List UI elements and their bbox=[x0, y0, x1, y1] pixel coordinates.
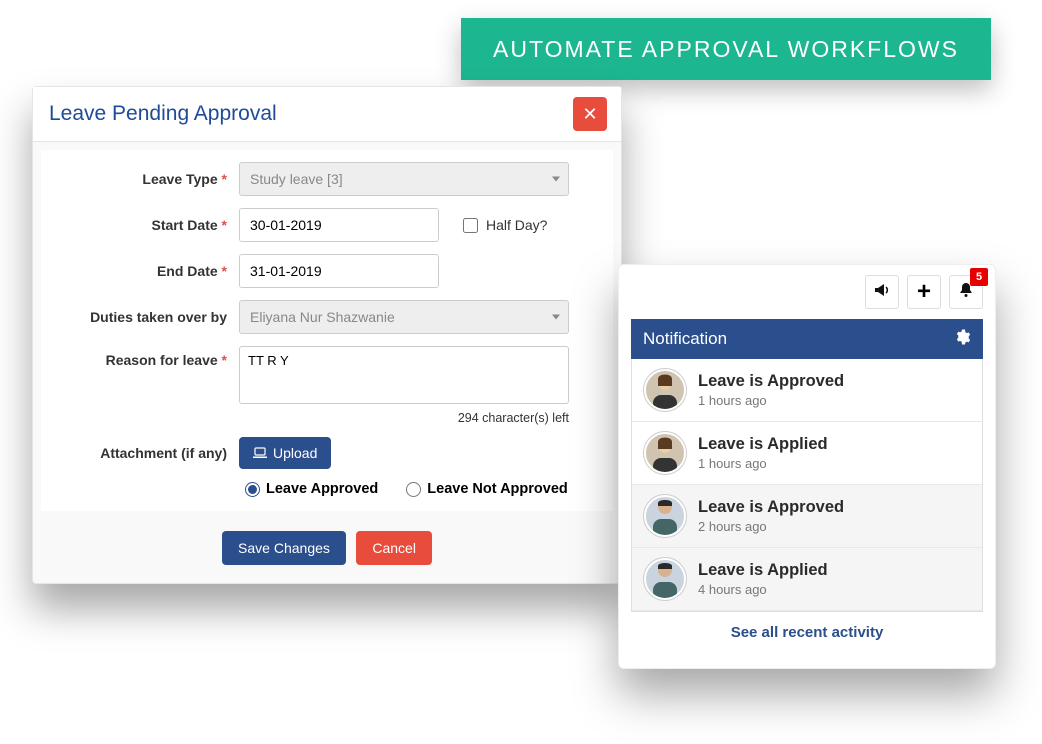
half-day-label: Half Day? bbox=[486, 217, 547, 233]
notification-item[interactable]: Leave is Applied 4 hours ago bbox=[632, 548, 982, 611]
radio-not-approved-input[interactable] bbox=[406, 482, 421, 497]
char-count: 294 character(s) left bbox=[239, 411, 569, 425]
save-button[interactable]: Save Changes bbox=[222, 531, 346, 565]
laptop-icon bbox=[253, 447, 267, 459]
radio-approved[interactable]: Leave Approved bbox=[245, 481, 378, 497]
add-button[interactable]: + bbox=[907, 275, 941, 309]
banner-text: AUTOMATE APPROVAL WORKFLOWS bbox=[493, 36, 959, 63]
label-attachment: Attachment (if any) bbox=[100, 445, 227, 461]
notification-toolbar: + 5 bbox=[631, 275, 983, 309]
label-duties: Duties taken over by bbox=[90, 309, 227, 325]
announce-button[interactable] bbox=[865, 275, 899, 309]
label-end-date: End Date bbox=[157, 263, 218, 279]
bell-button[interactable]: 5 bbox=[949, 275, 983, 309]
modal-footer: Save Changes Cancel bbox=[33, 519, 621, 583]
notification-time: 1 hours ago bbox=[698, 456, 828, 471]
duties-select[interactable]: Eliyana Nur Shazwanie bbox=[239, 300, 569, 334]
notification-item[interactable]: Leave is Approved 2 hours ago bbox=[632, 485, 982, 548]
modal-header: Leave Pending Approval ✕ bbox=[33, 87, 621, 142]
notification-title: Leave is Applied bbox=[698, 435, 828, 454]
notification-title: Leave is Approved bbox=[698, 498, 844, 517]
plus-icon: + bbox=[917, 280, 931, 304]
leave-approval-modal: Leave Pending Approval ✕ Leave Type * St… bbox=[32, 86, 622, 584]
notification-title: Leave is Approved bbox=[698, 372, 844, 391]
notification-time: 2 hours ago bbox=[698, 519, 844, 534]
notification-footer: See all recent activity bbox=[631, 612, 983, 654]
start-date-input[interactable] bbox=[240, 209, 439, 241]
notification-item[interactable]: Leave is Approved 1 hours ago bbox=[632, 359, 982, 422]
leave-type-value: Study leave [3] bbox=[250, 171, 343, 187]
notification-item[interactable]: Leave is Applied 1 hours ago bbox=[632, 422, 982, 485]
avatar bbox=[644, 369, 686, 411]
upload-label: Upload bbox=[273, 445, 317, 461]
notification-time: 1 hours ago bbox=[698, 393, 844, 408]
close-icon: ✕ bbox=[582, 104, 597, 125]
notification-title: Leave is Applied bbox=[698, 561, 828, 580]
modal-body: Leave Type * Study leave [3] Start Date … bbox=[41, 150, 613, 511]
notification-badge: 5 bbox=[970, 268, 988, 286]
notification-panel: + 5 Notification Leave is Approved 1 hou… bbox=[618, 264, 996, 669]
half-day-input[interactable] bbox=[463, 218, 478, 233]
label-start-date: Start Date bbox=[152, 217, 218, 233]
reason-textarea[interactable]: TT R Y bbox=[239, 346, 569, 404]
chevron-down-icon bbox=[552, 177, 560, 182]
required-mark: * bbox=[222, 352, 227, 368]
chevron-down-icon bbox=[552, 315, 560, 320]
radio-not-approved[interactable]: Leave Not Approved bbox=[406, 481, 567, 497]
notification-list: Leave is Approved 1 hours ago Leave is A… bbox=[631, 359, 983, 612]
modal-title: Leave Pending Approval bbox=[49, 102, 277, 126]
avatar bbox=[644, 495, 686, 537]
duties-value: Eliyana Nur Shazwanie bbox=[250, 309, 395, 325]
required-mark: * bbox=[222, 217, 227, 233]
notification-time: 4 hours ago bbox=[698, 582, 828, 597]
close-button[interactable]: ✕ bbox=[573, 97, 607, 131]
end-date-input[interactable] bbox=[240, 255, 439, 287]
radio-not-approved-label: Leave Not Approved bbox=[427, 481, 567, 497]
avatar bbox=[644, 558, 686, 600]
radio-approved-input[interactable] bbox=[245, 482, 260, 497]
leave-type-select[interactable]: Study leave [3] bbox=[239, 162, 569, 196]
label-leave-type: Leave Type bbox=[142, 171, 217, 187]
required-mark: * bbox=[222, 171, 227, 187]
start-date-field[interactable] bbox=[239, 208, 439, 242]
promo-banner: AUTOMATE APPROVAL WORKFLOWS bbox=[461, 18, 991, 80]
notification-header-title: Notification bbox=[643, 329, 727, 349]
end-date-field[interactable] bbox=[239, 254, 439, 288]
half-day-checkbox[interactable]: Half Day? bbox=[463, 217, 547, 233]
megaphone-icon bbox=[873, 281, 891, 304]
notification-header: Notification bbox=[631, 319, 983, 359]
label-reason: Reason for leave bbox=[106, 352, 218, 368]
upload-button[interactable]: Upload bbox=[239, 437, 331, 469]
cancel-button[interactable]: Cancel bbox=[356, 531, 432, 565]
gear-icon[interactable] bbox=[953, 328, 971, 351]
required-mark: * bbox=[222, 263, 227, 279]
see-all-link[interactable]: See all recent activity bbox=[731, 624, 884, 641]
avatar bbox=[644, 432, 686, 474]
radio-approved-label: Leave Approved bbox=[266, 481, 378, 497]
